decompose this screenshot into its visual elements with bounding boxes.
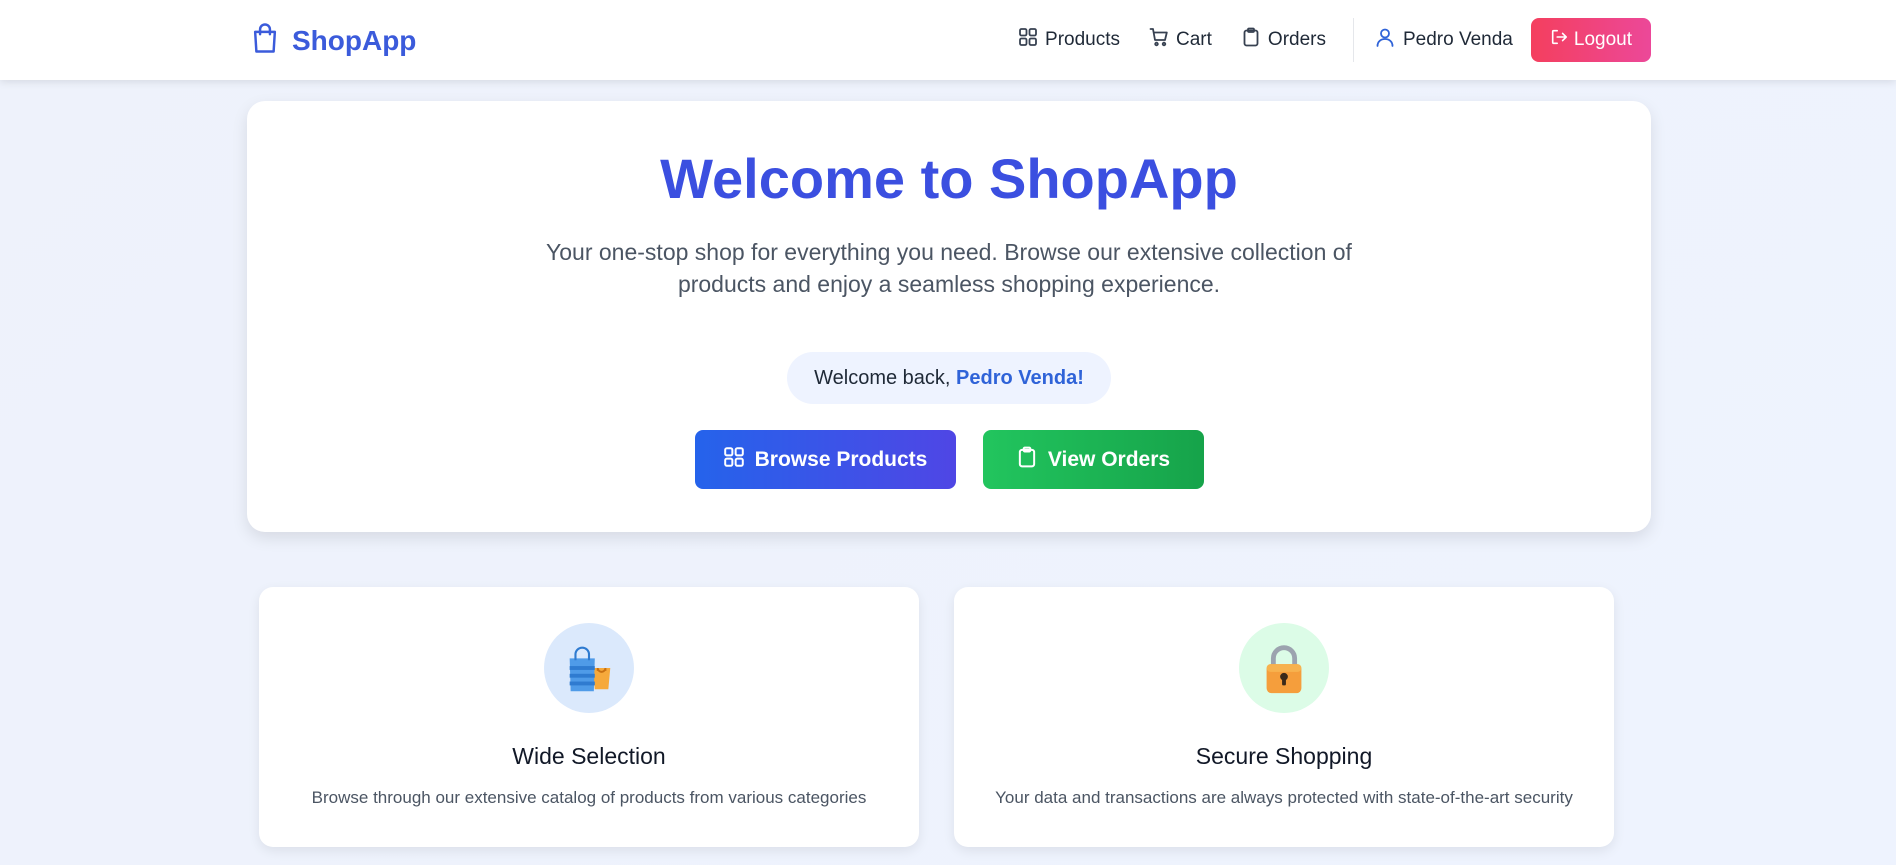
user-icon xyxy=(1375,27,1395,53)
nav-orders-label: Orders xyxy=(1267,28,1326,50)
logout-icon xyxy=(1550,28,1568,52)
grid-icon xyxy=(723,446,745,474)
shopping-bag-icon xyxy=(250,22,280,61)
grid-icon xyxy=(1018,27,1038,53)
user-name: Pedro Venda xyxy=(1403,28,1513,50)
feature-title: Wide Selection xyxy=(512,743,666,769)
view-orders-button[interactable]: View Orders xyxy=(982,430,1204,490)
hero-actions: Browse Products View Orders xyxy=(247,430,1651,490)
feature-title: Secure Shopping xyxy=(1195,743,1373,769)
browse-products-button[interactable]: Browse Products xyxy=(694,430,956,490)
hero-subtitle: Your one-stop shop for everything you ne… xyxy=(546,239,1352,298)
cart-icon xyxy=(1149,27,1169,53)
welcome-prefix: Welcome back, xyxy=(814,367,957,390)
view-orders-label: View Orders xyxy=(1047,447,1171,471)
nav-products-label: Products xyxy=(1045,28,1121,50)
hero-card: Welcome to ShopApp Your one-stop shop fo… xyxy=(247,101,1651,532)
nav-orders[interactable]: Orders xyxy=(1241,27,1326,53)
clipboard-icon xyxy=(1241,27,1261,53)
navbar: ShopApp Products Cart Orders Pedro Venda… xyxy=(0,0,1896,80)
feature-card-wide-selection: Wide Selection Browse through our extens… xyxy=(259,587,919,847)
nav-cart-label: Cart xyxy=(1176,28,1212,50)
shopping-bags-icon xyxy=(544,623,634,713)
clipboard-icon xyxy=(1016,446,1038,474)
hero-title: Welcome to ShopApp xyxy=(660,147,1238,210)
main-nav: Products Cart Orders Pedro Venda Logout xyxy=(1018,17,1896,62)
nav-divider xyxy=(1353,17,1354,62)
logout-button[interactable]: Logout xyxy=(1530,17,1651,62)
padlock-icon xyxy=(1239,623,1329,713)
welcome-badge: Welcome back, Pedro Venda! xyxy=(787,352,1111,405)
brand-name: ShopApp xyxy=(292,25,417,56)
welcome-user-name: Pedro Venda! xyxy=(956,367,1084,390)
feature-card-secure-shopping: Secure Shopping Your data and transactio… xyxy=(954,587,1614,847)
nav-products[interactable]: Products xyxy=(1018,27,1120,53)
nav-cart[interactable]: Cart xyxy=(1149,27,1212,53)
logout-label: Logout xyxy=(1573,28,1632,50)
browse-products-label: Browse Products xyxy=(754,447,928,471)
brand-link[interactable]: ShopApp xyxy=(250,22,416,60)
feature-description: Browse through our extensive catalog of … xyxy=(311,788,867,807)
user-profile-link[interactable]: Pedro Venda xyxy=(1375,27,1513,53)
feature-description: Your data and transactions are always pr… xyxy=(995,788,1573,807)
